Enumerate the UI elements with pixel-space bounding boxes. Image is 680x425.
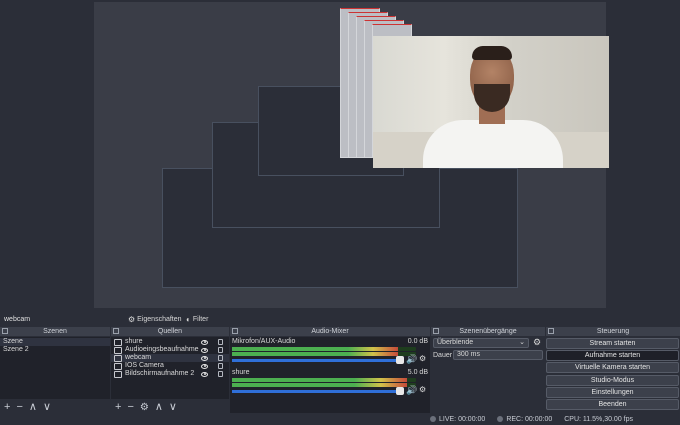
virtual-camera-button[interactable]: Virtuelle Kamera starten	[546, 362, 679, 373]
stream-start-button[interactable]: Stream starten	[546, 338, 679, 349]
transitions-panel: Überblende ⌄ ⚙ Dauer 300 ms	[431, 337, 545, 399]
lock-icon[interactable]	[218, 363, 223, 369]
source-item[interactable]: Audioeingsbeaufnahme	[111, 346, 229, 354]
selected-source-label: webcam	[4, 316, 31, 323]
camera-icon	[114, 362, 122, 370]
meter-fill	[232, 352, 398, 356]
scene-item[interactable]: Szene 2	[0, 346, 110, 354]
volume-slider-handle[interactable]	[396, 387, 404, 395]
cpu-status: CPU: 11.5%,30.00 fps	[564, 416, 633, 423]
scene-up-icon[interactable]: ∧	[29, 401, 37, 413]
source-up-icon[interactable]: ∧	[155, 401, 163, 413]
properties-button[interactable]: ⚙ Eigenschaften	[128, 315, 182, 324]
dock-float-icon[interactable]	[548, 328, 554, 334]
microphone-icon	[114, 338, 122, 346]
lock-icon[interactable]	[218, 355, 223, 361]
camera-icon	[114, 354, 122, 362]
dock-float-icon[interactable]	[232, 328, 238, 334]
audio-level-meter	[232, 352, 416, 356]
source-down-icon[interactable]: ∨	[169, 401, 177, 413]
person-shirt	[423, 120, 563, 168]
visibility-eye-icon[interactable]	[201, 355, 208, 361]
source-item[interactable]: IOS Camera	[111, 362, 229, 370]
mixer-gear-icon[interactable]: ⚙	[419, 385, 426, 394]
source-settings-icon[interactable]: ⚙	[140, 402, 149, 413]
source-toolbar: webcam ⚙ Eigenschaften ◐ Filter	[0, 314, 680, 326]
filter-button[interactable]: ◐ Filter	[186, 315, 208, 324]
sources-dock-title[interactable]: Quellen	[111, 327, 229, 336]
exit-button[interactable]: Beenden	[546, 399, 679, 410]
dock-float-icon[interactable]	[433, 328, 439, 334]
scenes-footer: + − ∧ ∨	[0, 400, 110, 414]
source-item[interactable]: shure	[111, 338, 229, 346]
audio-level-meter	[232, 378, 416, 382]
transition-settings-icon[interactable]: ⚙	[533, 337, 541, 348]
visibility-eye-icon[interactable]	[201, 339, 208, 345]
transitions-dock-title[interactable]: Szenenübergänge	[431, 327, 545, 336]
audio-mixer: Mikrofon/AUX-Audio 0.0 dB 🔊 ⚙ shure 5.0 …	[230, 337, 430, 413]
audio-level-meter	[232, 347, 416, 351]
meter-fill	[232, 383, 407, 387]
lock-icon[interactable]	[218, 339, 223, 345]
visibility-eye-icon[interactable]	[201, 363, 208, 369]
volume-slider-handle[interactable]	[396, 356, 404, 364]
mixer-channel-db: 0.0 dB	[407, 338, 428, 345]
scenes-dock-title[interactable]: Szenen	[0, 327, 110, 336]
mixer-channel-db: 5.0 dB	[407, 369, 428, 376]
status-bar: LIVE: 00:00:00 REC: 00:00:00 CPU: 11.5%,…	[430, 414, 680, 425]
live-indicator-icon	[430, 416, 436, 423]
visibility-eye-icon[interactable]	[201, 371, 208, 377]
volume-slider[interactable]	[232, 359, 398, 362]
speaker-icon[interactable]: 🔊	[406, 385, 417, 396]
record-start-button[interactable]: Aufnahme starten	[546, 350, 679, 361]
duration-input[interactable]: 300 ms	[453, 350, 543, 360]
remove-scene-icon[interactable]: −	[16, 401, 22, 413]
person-hair	[472, 46, 512, 60]
mixer-dock-title[interactable]: Audio-Mixer	[230, 327, 430, 336]
scenes-list[interactable]: Szene Szene 2	[0, 337, 110, 399]
live-status: LIVE: 00:00:00	[430, 416, 485, 423]
mixer-gear-icon[interactable]: ⚙	[419, 354, 426, 363]
rec-status: REC: 00:00:00	[497, 416, 552, 423]
scene-down-icon[interactable]: ∨	[43, 401, 51, 413]
audio-level-meter	[232, 383, 416, 387]
volume-slider[interactable]	[232, 390, 398, 393]
meter-fill	[232, 347, 398, 351]
filter-icon: ◐	[186, 315, 191, 324]
meter-fill	[232, 378, 407, 382]
speaker-icon[interactable]: 🔊	[406, 354, 417, 365]
sources-footer: + − ⚙ ∧ ∨	[111, 400, 229, 414]
chevron-down-icon: ⌄	[519, 339, 525, 346]
studio-mode-button[interactable]: Studio-Modus	[546, 375, 679, 386]
settings-button[interactable]: Einstellungen	[546, 387, 679, 398]
add-source-icon[interactable]: +	[115, 401, 121, 413]
monitor-icon	[114, 370, 122, 378]
mixer-channel-name: Mikrofon/AUX-Audio	[232, 338, 296, 345]
duration-label: Dauer	[433, 352, 453, 359]
dock-float-icon[interactable]	[2, 328, 8, 334]
gear-icon: ⚙	[128, 315, 136, 324]
lock-icon[interactable]	[218, 347, 223, 353]
source-item[interactable]: Bildschirmaufnahme 2	[111, 370, 229, 378]
controls-dock-title[interactable]: Steuerung	[546, 327, 680, 336]
scene-item[interactable]: Szene	[0, 338, 110, 346]
remove-source-icon[interactable]: −	[127, 401, 133, 413]
add-scene-icon[interactable]: +	[4, 401, 10, 413]
dock-float-icon[interactable]	[113, 328, 119, 334]
webcam-feed[interactable]	[373, 36, 609, 168]
visibility-eye-icon[interactable]	[201, 347, 208, 353]
microphone-icon	[114, 346, 122, 354]
lock-icon[interactable]	[218, 371, 223, 377]
sources-list[interactable]: shure Audioeingsbeaufnahme webcam IOS Ca…	[111, 337, 229, 399]
rec-indicator-icon	[497, 416, 504, 423]
transition-select[interactable]: Überblende ⌄	[433, 338, 529, 348]
source-item[interactable]: webcam	[111, 354, 229, 362]
preview-area[interactable]	[0, 0, 680, 312]
mixer-channel-name: shure	[232, 369, 250, 376]
